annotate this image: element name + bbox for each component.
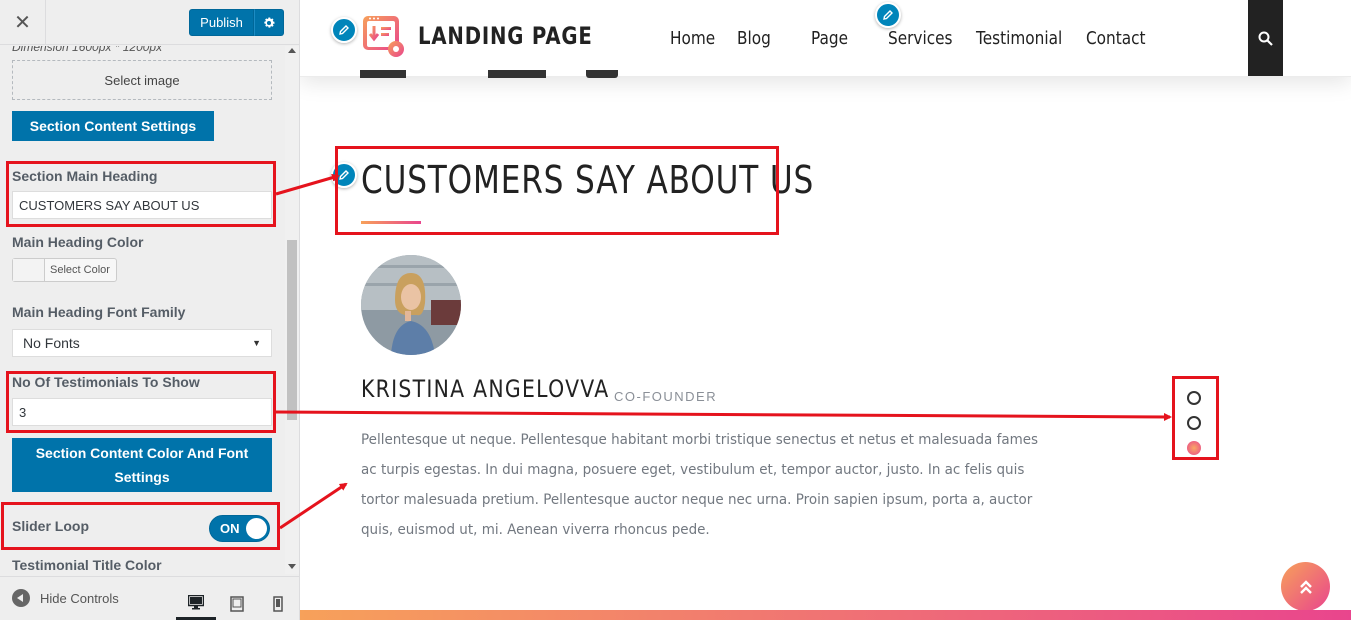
pencil-icon xyxy=(883,10,893,20)
publish-button[interactable]: Publish xyxy=(189,9,254,36)
close-icon: ✕ xyxy=(14,12,31,34)
gear-icon xyxy=(264,17,275,28)
edit-logo-button[interactable] xyxy=(331,17,357,43)
testimonial-title-color-label: Testimonial Title Color xyxy=(12,557,162,573)
site-preview: LANDING PAGE Home Blog Page Services Tes… xyxy=(300,0,1351,620)
scroll-up-arrow-icon[interactable] xyxy=(288,48,296,53)
scrollbar-thumb[interactable] xyxy=(287,240,297,420)
nav-home[interactable]: Home xyxy=(670,28,715,49)
nav-services[interactable]: Services xyxy=(888,28,953,49)
main-heading-color-label: Main Heading Color xyxy=(12,234,144,250)
select-image-button[interactable]: Select image xyxy=(12,60,272,100)
testimonial-name: KRISTINA ANGELOVVA xyxy=(361,375,610,403)
annotation-box-heading-field xyxy=(6,161,276,227)
font-family-label: Main Heading Font Family xyxy=(12,304,186,320)
nav-page[interactable]: Page xyxy=(811,28,848,49)
font-family-select[interactable]: No Fonts ▼ xyxy=(12,329,272,357)
publish-settings-button[interactable] xyxy=(254,9,284,36)
nav-contact[interactable]: Contact xyxy=(1086,28,1146,49)
testimonial-quote: Pellentesque ut neque. Pellentesque habi… xyxy=(361,432,1039,538)
customizer-controls[interactable]: Dimension 1600px * 1200px Select image S… xyxy=(0,46,285,574)
testimonial-role: CO-FOUNDER xyxy=(614,389,718,404)
scroll-down-arrow-icon[interactable] xyxy=(288,564,296,569)
desktop-preview-button[interactable] xyxy=(176,587,216,620)
search-icon xyxy=(1258,31,1273,46)
search-button[interactable] xyxy=(1248,0,1283,76)
annotation-box-pagination xyxy=(1172,376,1219,460)
testimonial-avatar xyxy=(361,255,461,355)
color-font-settings-button[interactable]: Section Content Color And Font Settings xyxy=(12,438,272,492)
hide-controls-button[interactable]: Hide Controls xyxy=(12,589,119,607)
screen: ✕ Publish Dimension 1600px * 1200px Sele… xyxy=(0,0,1351,620)
color-swatch xyxy=(13,259,45,281)
hide-controls-label: Hide Controls xyxy=(40,590,119,606)
nav-blog[interactable]: Blog xyxy=(737,28,771,49)
scroll-to-top-button[interactable] xyxy=(1281,562,1330,611)
landing-page-logo-icon xyxy=(363,16,404,57)
tablet-preview-button[interactable] xyxy=(217,587,257,620)
double-chevron-up-icon xyxy=(1299,579,1312,594)
previous-section-peek xyxy=(360,70,406,78)
site-header: LANDING PAGE Home Blog Page Services Tes… xyxy=(300,0,1351,77)
mobile-icon xyxy=(273,595,283,612)
mobile-preview-button[interactable] xyxy=(258,587,298,620)
tablet-icon xyxy=(230,595,244,612)
dimension-note: Dimension 1600px * 1200px xyxy=(12,46,163,54)
arrow-left-circle-icon xyxy=(12,589,30,607)
previous-section-peek xyxy=(586,70,618,78)
annotation-box-slider-loop xyxy=(1,502,280,550)
section-content-settings-button[interactable]: Section Content Settings xyxy=(12,111,214,141)
close-button[interactable]: ✕ xyxy=(0,0,46,45)
select-color-label: Select Color xyxy=(50,264,110,276)
desktop-icon xyxy=(188,594,204,609)
footer-gradient-bar xyxy=(300,610,1351,620)
select-color-button[interactable]: Select Color xyxy=(12,258,117,282)
chevron-down-icon: ▼ xyxy=(252,338,261,348)
annotation-box-heading-preview xyxy=(335,146,779,235)
customizer-footer: Hide Controls xyxy=(0,576,299,620)
font-family-value: No Fonts xyxy=(23,335,80,351)
edit-menu-button[interactable] xyxy=(875,2,901,28)
annotation-box-count-field xyxy=(6,371,276,433)
site-logo-text[interactable]: LANDING PAGE xyxy=(418,22,593,50)
customizer-header: ✕ Publish xyxy=(0,0,299,45)
previous-section-peek xyxy=(488,70,546,78)
pencil-icon xyxy=(339,25,349,35)
nav-testimonial[interactable]: Testimonial xyxy=(976,28,1062,49)
